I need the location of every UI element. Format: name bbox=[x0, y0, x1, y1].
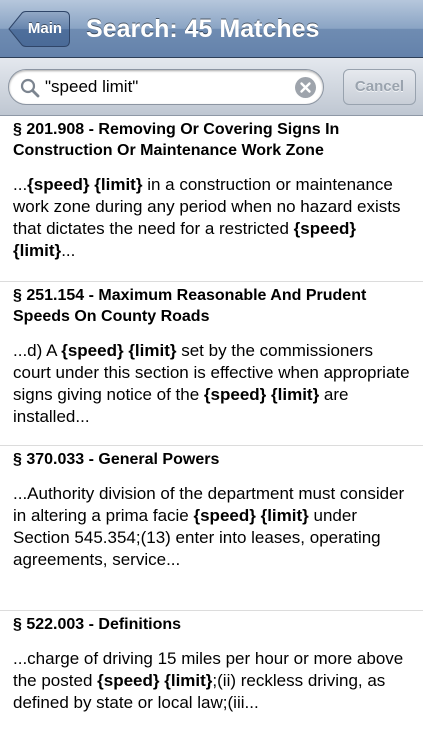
highlighted-term: {limit} bbox=[94, 175, 143, 194]
search-input[interactable] bbox=[45, 73, 285, 101]
highlighted-term: {limit} bbox=[260, 506, 309, 525]
back-button-label: Main bbox=[27, 20, 63, 37]
result-snippet: ...charge of driving 15 miles per hour o… bbox=[13, 635, 410, 714]
result-snippet: ...Authority division of the department … bbox=[13, 470, 410, 571]
search-bar: Cancel bbox=[0, 58, 423, 116]
snippet-text: ... bbox=[13, 175, 28, 194]
highlighted-term: {limit} bbox=[13, 241, 62, 260]
main-back-button[interactable]: Main bbox=[8, 11, 70, 47]
search-icon bbox=[20, 78, 40, 98]
clear-search-icon[interactable] bbox=[295, 77, 316, 98]
highlighted-term: {speed} bbox=[293, 219, 357, 238]
highlighted-term: {speed} bbox=[27, 175, 90, 194]
highlighted-term: {speed} bbox=[193, 506, 256, 525]
navigation-bar: Main Search: 45 Matches bbox=[0, 0, 423, 58]
result-item[interactable]: § 370.033 - General Powers ...Authority … bbox=[0, 446, 423, 611]
result-snippet: ...d) A {speed} {limit} set by the commi… bbox=[13, 327, 410, 428]
cancel-button[interactable]: Cancel bbox=[343, 69, 416, 105]
result-snippet: ...{speed} {limit} in a construction or … bbox=[13, 161, 410, 262]
search-field[interactable] bbox=[8, 69, 324, 105]
highlighted-term: {speed} bbox=[203, 385, 267, 404]
results-list: § 201.908 - Removing Or Covering Signs I… bbox=[0, 116, 423, 750]
snippet-text: ...d) A bbox=[13, 341, 62, 360]
highlighted-term: {limit} bbox=[128, 341, 177, 360]
result-item[interactable]: § 522.003 - Definitions ...charge of dri… bbox=[0, 611, 423, 750]
highlighted-term: {limit} bbox=[271, 385, 320, 404]
result-item[interactable]: § 251.154 - Maximum Reasonable And Prude… bbox=[0, 282, 423, 446]
highlighted-term: {speed} bbox=[97, 671, 160, 690]
result-item[interactable]: § 201.908 - Removing Or Covering Signs I… bbox=[0, 116, 423, 282]
snippet-text: ... bbox=[61, 241, 76, 260]
result-title: § 522.003 - Definitions bbox=[13, 616, 182, 633]
page-title: Search: 45 Matches bbox=[86, 15, 320, 43]
highlighted-term: {limit} bbox=[164, 671, 213, 690]
result-title: § 201.908 - Removing Or Covering Signs I… bbox=[13, 121, 340, 159]
highlighted-term: {speed} bbox=[61, 341, 124, 360]
result-title: § 370.033 - General Powers bbox=[13, 451, 220, 468]
result-title: § 251.154 - Maximum Reasonable And Prude… bbox=[13, 287, 367, 325]
